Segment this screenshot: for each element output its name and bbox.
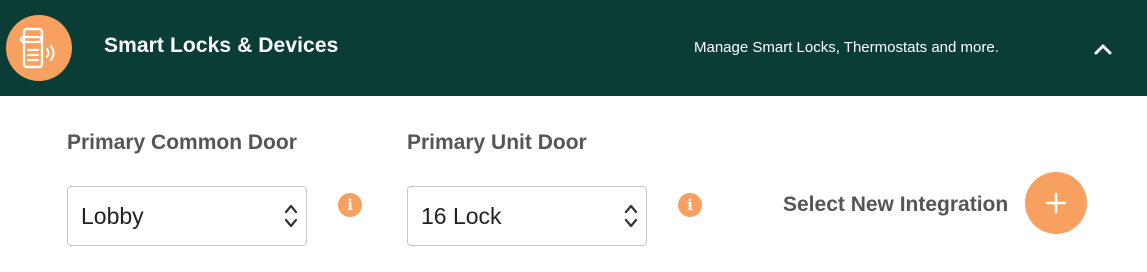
unit-door-value: 16 Lock: [421, 203, 502, 229]
common-door-value: Lobby: [81, 203, 144, 229]
select-arrows-icon: [624, 204, 638, 228]
select-arrows-icon: [284, 204, 298, 228]
section-header: Smart Locks & Devices Manage Smart Locks…: [0, 0, 1147, 96]
common-door-info-icon[interactable]: i: [338, 193, 362, 217]
smart-lock-badge: [6, 15, 72, 81]
add-integration-button[interactable]: [1025, 172, 1087, 234]
plus-icon: [1045, 192, 1067, 214]
section-subtitle: Manage Smart Locks, Thermostats and more…: [694, 39, 999, 56]
common-door-select[interactable]: Lobby: [67, 186, 307, 246]
section-title: Smart Locks & Devices: [104, 34, 339, 57]
smart-lock-icon: [19, 27, 55, 69]
select-integration-label: Select New Integration: [783, 193, 1009, 216]
chevron-up-icon: [1094, 44, 1112, 55]
common-door-label: Primary Common Door: [67, 131, 297, 154]
unit-door-info-icon[interactable]: i: [678, 193, 702, 217]
unit-door-select[interactable]: 16 Lock: [407, 186, 647, 246]
unit-door-label: Primary Unit Door: [407, 131, 587, 154]
collapse-button[interactable]: [1088, 36, 1118, 62]
